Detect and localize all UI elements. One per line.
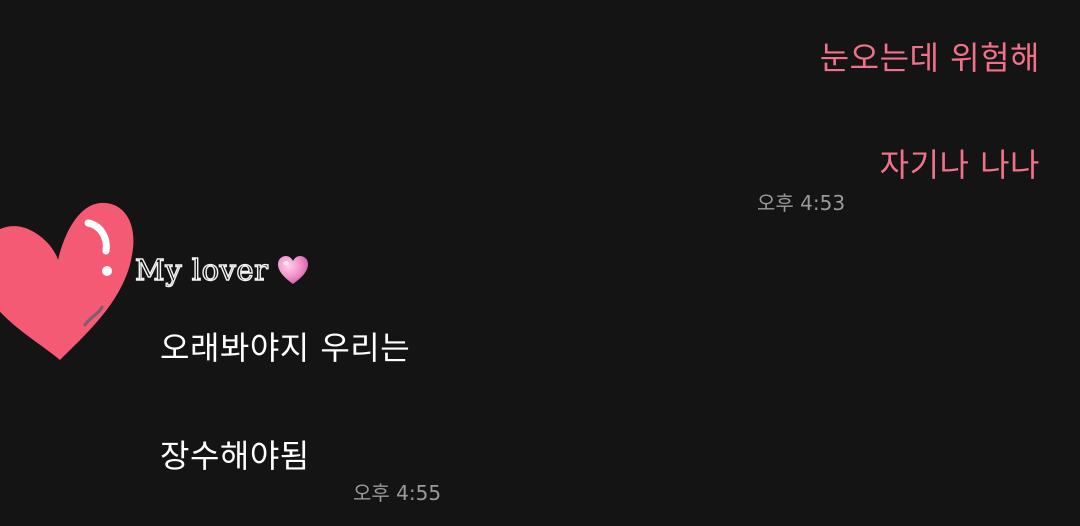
their-message[interactable]: 오래봐야지 우리는 — [160, 328, 410, 368]
my-message[interactable]: 눈오는데 위험해 — [820, 38, 1040, 78]
their-message[interactable]: 장수해야됨 — [160, 436, 310, 476]
my-message[interactable]: 자기나 나나 — [880, 145, 1040, 185]
sender-name: My lover — [134, 252, 269, 287]
message-timestamp: 오후 4:55 — [353, 481, 442, 505]
sender-header: My lover — [134, 250, 310, 290]
chat-screen: 눈오는데 위험해 자기나 나나 오후 4:53 My lover 오래봐야지 우… — [0, 0, 1080, 526]
pink-heart-icon — [278, 256, 309, 284]
message-timestamp: 오후 4:53 — [757, 191, 846, 215]
heart-sticker-icon[interactable] — [0, 195, 140, 365]
